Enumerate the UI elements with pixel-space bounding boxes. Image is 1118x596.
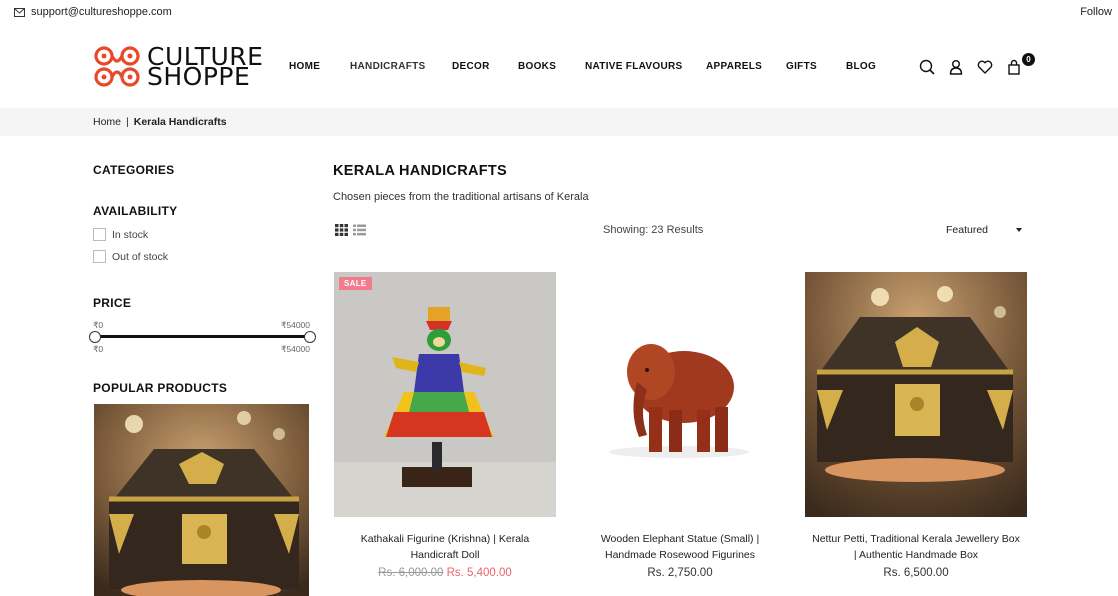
nav-decor[interactable]: DECOR bbox=[452, 61, 490, 72]
popular-product-image[interactable] bbox=[94, 404, 309, 596]
grid-view-icon[interactable] bbox=[335, 224, 348, 236]
compare-at-price: Rs. 6,000.00 bbox=[378, 567, 444, 579]
mail-icon bbox=[14, 7, 25, 17]
price-max-label: ₹54000 bbox=[280, 320, 310, 330]
results-count: Showing: 23 Results bbox=[603, 224, 704, 236]
price-max-value: ₹54000 bbox=[280, 344, 310, 354]
nav-books[interactable]: BOOKS bbox=[518, 61, 556, 72]
out-of-stock-label: Out of stock bbox=[112, 250, 169, 263]
brand-logo[interactable]: CULTURE SHOPPE bbox=[93, 44, 263, 90]
cart-icon[interactable] bbox=[1005, 58, 1023, 76]
filter-in-stock[interactable]: In stock bbox=[93, 228, 148, 241]
nav-native-flavours[interactable]: NATIVE FLAVOURS bbox=[585, 61, 682, 72]
follow-link[interactable]: Follow bbox=[1080, 6, 1112, 18]
product-title[interactable]: Nettur Petti, Traditional Kerala Jewelle… bbox=[805, 531, 1027, 563]
product-prices: Rs. 6,000.00 Rs. 5,400.00 bbox=[334, 567, 556, 579]
price-min-label: ₹0 bbox=[93, 320, 104, 330]
collection-subtitle: Chosen pieces from the traditional artis… bbox=[333, 191, 589, 203]
kathakali-figurine-photo bbox=[334, 272, 556, 517]
brand-wordmark: CULTURE SHOPPE bbox=[147, 44, 263, 91]
brand-mark-icon bbox=[94, 46, 140, 87]
out-of-stock-checkbox[interactable] bbox=[93, 250, 106, 263]
availability-heading[interactable]: AVAILABILITY bbox=[93, 204, 177, 218]
list-view-icon[interactable] bbox=[353, 224, 366, 236]
search-icon[interactable] bbox=[918, 58, 936, 76]
nav-apparels[interactable]: APPARELS bbox=[706, 61, 762, 72]
price-slider-max-handle[interactable] bbox=[304, 331, 316, 343]
sale-price: Rs. 5,400.00 bbox=[446, 567, 512, 579]
product-prices: Rs. 2,750.00 bbox=[569, 567, 791, 579]
nettur-petti-photo bbox=[805, 272, 1027, 517]
breadcrumb-separator: | bbox=[126, 116, 129, 128]
heart-icon[interactable] bbox=[976, 58, 994, 76]
nav-gifts[interactable]: GIFTS bbox=[786, 61, 817, 72]
brand-line-2: SHOPPE bbox=[147, 62, 251, 91]
sort-selected-value: Featured bbox=[946, 224, 989, 236]
header-icons bbox=[918, 58, 1038, 80]
breadcrumb-current: Kerala Handicrafts bbox=[133, 116, 227, 128]
product-title[interactable]: Wooden Elephant Statue (Small) | Handmad… bbox=[569, 531, 791, 563]
support-email-text: support@cultureshoppe.com bbox=[31, 6, 172, 18]
product-image[interactable]: SALE bbox=[334, 272, 556, 517]
breadcrumb-home[interactable]: Home bbox=[93, 116, 121, 128]
support-email[interactable]: support@cultureshoppe.com bbox=[14, 6, 172, 18]
product-title[interactable]: Kathakali Figurine (Krishna) | Kerala Ha… bbox=[334, 531, 556, 563]
price-slider-track[interactable] bbox=[95, 335, 310, 338]
product-image[interactable] bbox=[805, 272, 1027, 517]
popular-products-heading: POPULAR PRODUCTS bbox=[93, 381, 228, 395]
product-price: Rs. 2,750.00 bbox=[647, 567, 713, 579]
price-slider-min-handle[interactable] bbox=[89, 331, 101, 343]
collection-title: KERALA HANDICRAFTS bbox=[333, 163, 508, 179]
nav-handicrafts[interactable]: HANDICRAFTS bbox=[350, 61, 426, 72]
product-card[interactable]: Nettur Petti, Traditional Kerala Jewelle… bbox=[805, 272, 1027, 579]
top-bar: support@cultureshoppe.com Follow bbox=[0, 0, 1118, 26]
sort-select[interactable]: Featured bbox=[946, 224, 1024, 236]
product-prices: Rs. 6,500.00 bbox=[805, 567, 1027, 579]
product-price: Rs. 6,500.00 bbox=[883, 567, 949, 579]
price-heading[interactable]: PRICE bbox=[93, 296, 131, 310]
breadcrumb: Home | Kerala Handicrafts bbox=[93, 116, 227, 128]
wooden-elephant-photo bbox=[569, 272, 791, 517]
product-card[interactable]: Wooden Elephant Statue (Small) | Handmad… bbox=[569, 272, 791, 579]
jewellery-box-photo bbox=[94, 404, 309, 596]
nav-home[interactable]: HOME bbox=[289, 61, 320, 72]
user-icon[interactable] bbox=[947, 58, 965, 76]
cart-count-badge: 0 bbox=[1022, 53, 1035, 66]
product-card[interactable]: SALE Kathakali Figurine (Krishna) | Kera… bbox=[334, 272, 556, 579]
in-stock-checkbox[interactable] bbox=[93, 228, 106, 241]
breadcrumb-bar: Home | Kerala Handicrafts bbox=[0, 108, 1118, 136]
nav-blog[interactable]: BLOG bbox=[846, 61, 876, 72]
in-stock-label: In stock bbox=[112, 228, 149, 241]
filter-out-of-stock[interactable]: Out of stock bbox=[93, 250, 168, 263]
chevron-down-icon bbox=[1016, 228, 1022, 232]
sale-badge: SALE bbox=[339, 277, 372, 290]
categories-heading[interactable]: CATEGORIES bbox=[93, 163, 174, 177]
product-image[interactable] bbox=[569, 272, 791, 517]
price-min-value: ₹0 bbox=[93, 344, 104, 354]
